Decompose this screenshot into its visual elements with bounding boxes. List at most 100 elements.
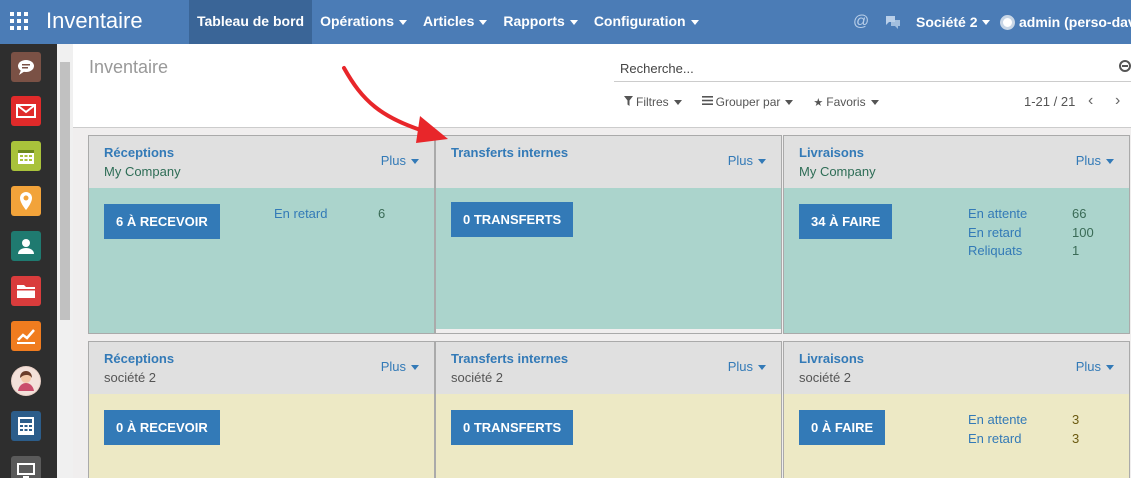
- group-by-button[interactable]: Grouper par: [701, 95, 794, 109]
- more-dropdown[interactable]: Plus: [381, 359, 419, 374]
- card-body: 34 À FAIRE En attente 66 En retard 100 R…: [784, 188, 1129, 333]
- caret-down-icon: [569, 19, 578, 25]
- kanban-card: Transferts internes société 2 Plus 0 TRA…: [435, 341, 782, 478]
- monitor-icon[interactable]: [11, 456, 41, 478]
- stat-backorders-link[interactable]: Reliquats: [968, 243, 1022, 258]
- calculator-icon[interactable]: [11, 411, 41, 441]
- menu-configuration[interactable]: Configuration: [586, 0, 707, 44]
- user-name: admin (perso-david: [1019, 14, 1131, 30]
- more-dropdown[interactable]: Plus: [728, 359, 766, 374]
- breadcrumb: Inventaire: [89, 57, 169, 77]
- stat-backorders-count: 1: [1072, 243, 1080, 258]
- menu-articles[interactable]: Articles: [415, 0, 495, 44]
- caret-down-icon: [758, 365, 766, 371]
- caret-down-icon: [982, 19, 991, 25]
- stat-waiting-link[interactable]: En attente: [968, 206, 1027, 221]
- more-label: Plus: [380, 153, 406, 168]
- caret-down-icon: [870, 99, 879, 105]
- to-receive-button[interactable]: 6 À RECEVOIR: [104, 204, 220, 239]
- caret-down-icon: [1106, 365, 1114, 371]
- kanban-card: Livraisons société 2 Plus 0 À FAIRE En a…: [783, 341, 1130, 478]
- card-title[interactable]: Transferts internes: [451, 351, 568, 366]
- mail-icon[interactable]: [11, 96, 41, 126]
- stat-late-count: 3: [1072, 431, 1080, 446]
- kanban-card: Réceptions société 2 Plus 0 À RECEVOIR: [88, 341, 435, 478]
- more-dropdown[interactable]: Plus: [1076, 153, 1114, 168]
- stat-late-count: 100: [1072, 225, 1094, 240]
- caret-down-icon: [479, 19, 488, 25]
- kanban-card: Réceptions My Company Plus 6 À RECEVOIR …: [88, 135, 435, 334]
- chat-icon[interactable]: [11, 52, 41, 82]
- filters-button[interactable]: Filtres: [624, 95, 682, 109]
- stat-late-count: 6: [378, 206, 386, 221]
- menu-rapports[interactable]: Rapports: [495, 0, 585, 44]
- card-body: 0 TRANSFERTS: [436, 188, 781, 329]
- menu-operations[interactable]: Opérations: [312, 0, 415, 44]
- card-title[interactable]: Transferts internes: [451, 145, 568, 160]
- card-title[interactable]: Réceptions: [104, 145, 174, 160]
- favorites-button[interactable]: ★ Favoris: [813, 95, 879, 109]
- caret-down-icon: [690, 19, 699, 25]
- search-clear-icon[interactable]: [1119, 60, 1131, 72]
- card-header: Transferts internes Plus: [436, 136, 781, 188]
- more-dropdown[interactable]: Plus: [1076, 359, 1114, 374]
- more-label: Plus: [727, 153, 753, 168]
- previous-page-icon[interactable]: ‹: [1088, 92, 1093, 110]
- to-receive-button[interactable]: 0 À RECEVOIR: [104, 410, 220, 445]
- star-icon: ★: [813, 96, 824, 109]
- more-dropdown[interactable]: Plus: [381, 153, 419, 168]
- folder-icon[interactable]: [11, 276, 41, 306]
- user-menu[interactable]: admin (perso-david: [1000, 0, 1131, 44]
- transfers-button[interactable]: 0 TRANSFERTS: [451, 202, 574, 237]
- avatar-icon: [1000, 14, 1015, 30]
- menu-tableau-de-bord[interactable]: Tableau de bord: [189, 0, 313, 44]
- avatar-icon[interactable]: [11, 366, 41, 396]
- stat-waiting-count: 66: [1072, 206, 1087, 221]
- search-box: [614, 56, 1131, 82]
- arrow-shaft: [342, 66, 432, 135]
- apps-grid-icon[interactable]: [10, 12, 28, 30]
- stat-late-link[interactable]: En retard: [968, 431, 1021, 446]
- card-body: 0 TRANSFERTS: [436, 394, 781, 478]
- sidebar-scroll-thumb[interactable]: [60, 62, 70, 320]
- caret-down-icon: [411, 159, 419, 165]
- card-title[interactable]: Réceptions: [104, 351, 174, 366]
- menu-label: Tableau de bord: [197, 13, 305, 29]
- company-switcher[interactable]: Société 2: [916, 0, 991, 44]
- card-body: 0 À FAIRE En attente 3 En retard 3: [784, 394, 1129, 478]
- menu-label: Configuration: [593, 13, 686, 29]
- calendar-icon[interactable]: [11, 141, 41, 171]
- stat-late-link[interactable]: En retard: [968, 225, 1021, 240]
- contacts-icon[interactable]: [11, 231, 41, 261]
- search-input[interactable]: [614, 56, 1104, 80]
- caret-down-icon: [785, 99, 794, 105]
- card-company: My Company: [799, 164, 876, 179]
- card-body: 0 À RECEVOIR: [89, 394, 434, 478]
- at-mention-icon[interactable]: @: [853, 0, 869, 44]
- pager-value[interactable]: 1-21 / 21: [1024, 94, 1075, 109]
- more-label: Plus: [1075, 359, 1101, 374]
- more-dropdown[interactable]: Plus: [728, 153, 766, 168]
- caret-down-icon: [758, 159, 766, 165]
- to-do-button[interactable]: 34 À FAIRE: [799, 204, 893, 239]
- transfers-button[interactable]: 0 TRANSFERTS: [451, 410, 574, 445]
- stat-waiting-link[interactable]: En attente: [968, 412, 1027, 427]
- card-title[interactable]: Livraisons: [799, 145, 864, 160]
- favorites-label: Favoris: [826, 95, 866, 109]
- card-company: société 2: [104, 370, 157, 385]
- chart-icon[interactable]: [11, 321, 41, 351]
- caret-down-icon: [673, 99, 682, 105]
- card-company: My Company: [104, 164, 181, 179]
- card-title[interactable]: Livraisons: [799, 351, 864, 366]
- map-pin-icon[interactable]: [11, 186, 41, 216]
- next-page-icon[interactable]: ›: [1115, 92, 1120, 110]
- chat-icon[interactable]: [884, 0, 902, 44]
- menu-label: Articles: [423, 13, 475, 29]
- card-header: Transferts internes société 2 Plus: [436, 342, 781, 394]
- stat-late-link[interactable]: En retard: [274, 206, 327, 221]
- card-body: 6 À RECEVOIR En retard 6: [89, 188, 434, 333]
- card-company: société 2: [451, 370, 504, 385]
- to-do-button[interactable]: 0 À FAIRE: [799, 410, 886, 445]
- company-label: Société 2: [916, 14, 978, 30]
- group-by-label: Grouper par: [715, 95, 781, 109]
